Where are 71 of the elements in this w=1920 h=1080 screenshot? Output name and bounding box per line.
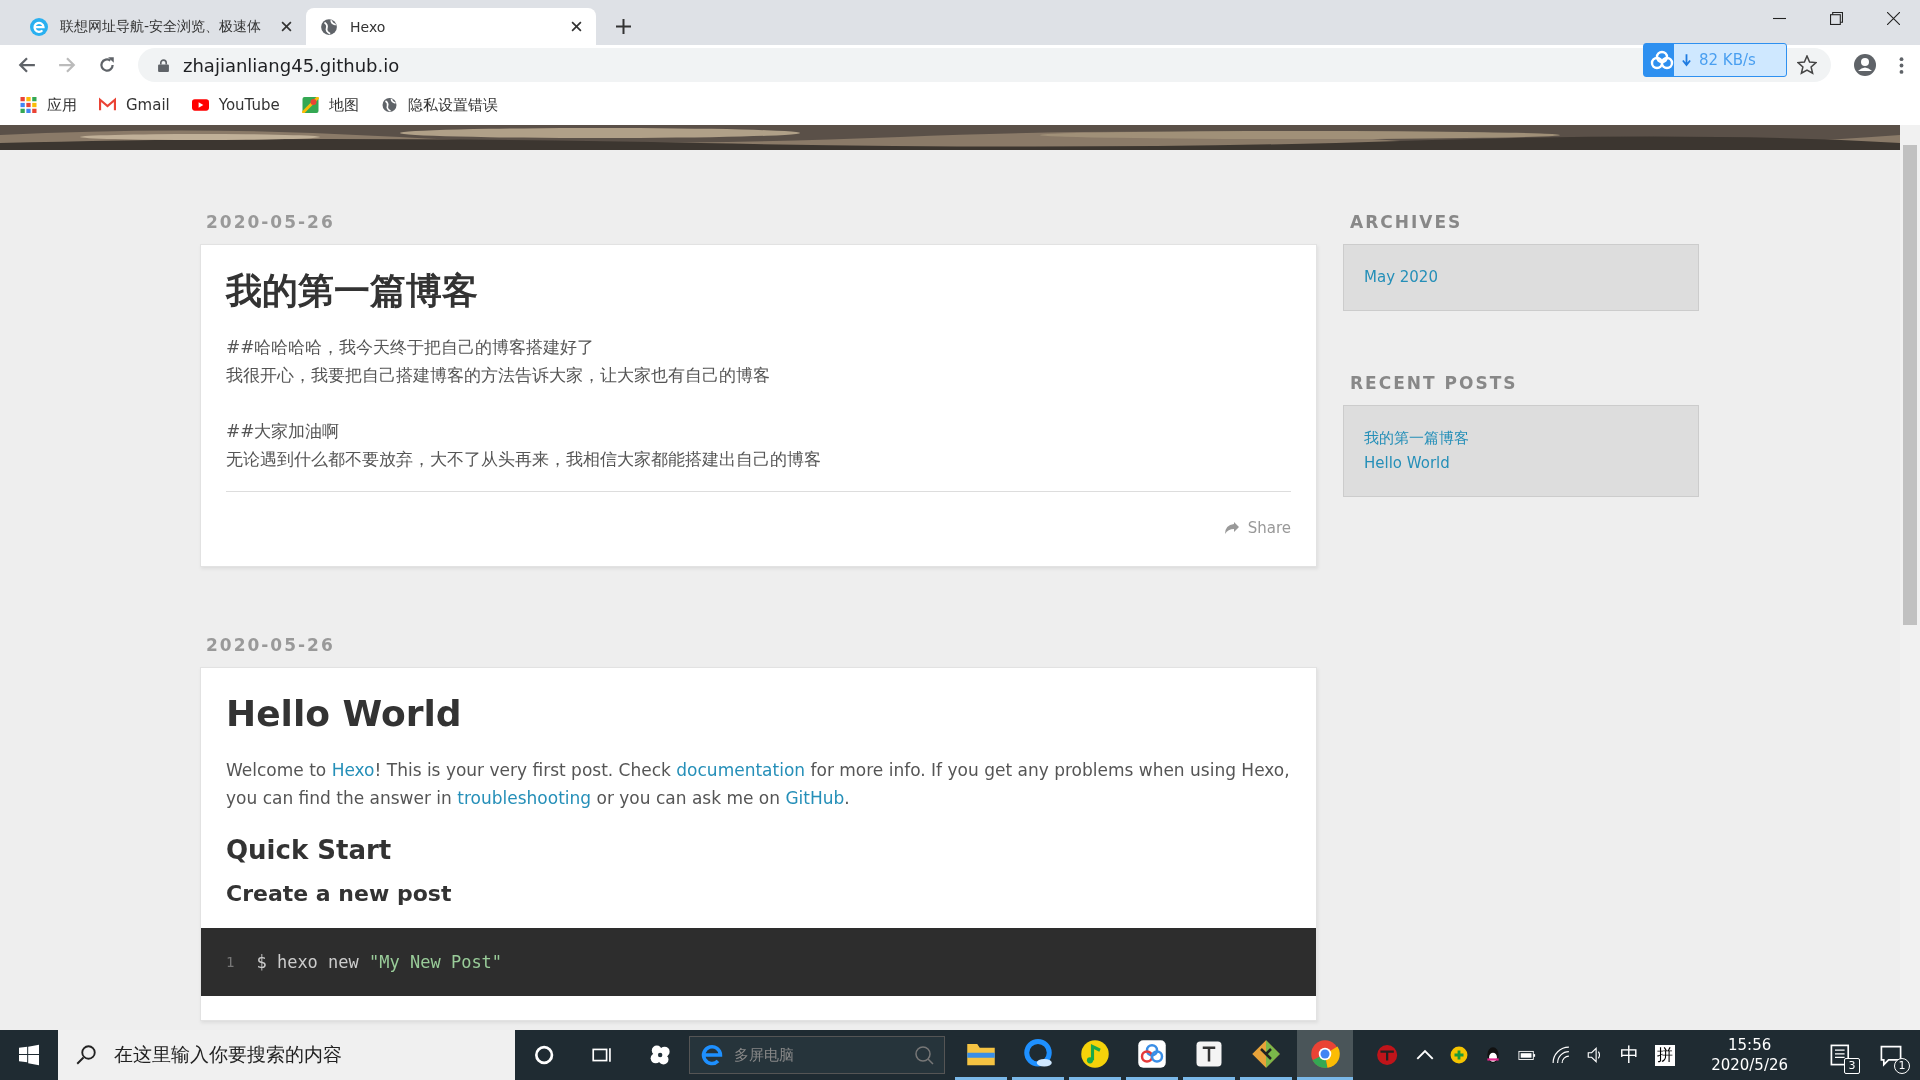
- chrome-icon: [1310, 1038, 1340, 1069]
- back-icon[interactable]: [18, 56, 36, 74]
- notification-badge: 1: [1894, 1058, 1911, 1074]
- apps-grid-icon: [20, 97, 37, 113]
- code-line: $ hexo new "My New Post": [256, 951, 503, 974]
- text-link[interactable]: documentation: [676, 760, 806, 780]
- text-link[interactable]: troubleshooting: [457, 788, 592, 808]
- subsection-heading: Create a new post: [226, 880, 453, 908]
- pinwheel-icon[interactable]: [649, 1043, 672, 1067]
- menu-icon[interactable]: [1899, 56, 1904, 74]
- text-link[interactable]: GitHub: [785, 788, 845, 808]
- reload-icon[interactable]: [98, 56, 116, 74]
- post-title[interactable]: 我的第一篇博客: [226, 269, 1291, 313]
- download-speed: 82 KB/s: [1699, 51, 1756, 69]
- post-text: ##哈哈哈哈，我今天终于把自己的博客搭建好了: [226, 336, 596, 359]
- restore-icon[interactable]: [1830, 12, 1843, 25]
- widget-title: ARCHIVES: [1350, 212, 1464, 232]
- globe-icon: [380, 97, 398, 113]
- input-method-indicator[interactable]: 中: [1620, 1042, 1640, 1068]
- bookmark[interactable]: 应用: [20, 95, 77, 115]
- close-icon[interactable]: [1887, 12, 1900, 25]
- post-text: 我很开心，我要把自己搭建博客的方法告诉大家，让大家也有自己的博客: [226, 364, 771, 387]
- music-note-icon: [1080, 1038, 1111, 1069]
- line-number: 1: [226, 953, 235, 972]
- browser-tab[interactable]: Hexo: [306, 8, 596, 45]
- search-field[interactable]: 在这里输入你要搜索的内容: [58, 1030, 515, 1080]
- e-logo-icon: [30, 17, 48, 36]
- map-pin-icon: [301, 97, 319, 113]
- browser-tab[interactable]: 联想网址导航-安全浏览、极速体: [16, 8, 306, 45]
- search-icon: [76, 1045, 97, 1065]
- post-date: 2020-05-26: [206, 635, 336, 655]
- input-mode-indicator[interactable]: 拼: [1655, 1044, 1676, 1066]
- post-text: ##大家加油啊: [226, 420, 341, 443]
- wifi-icon[interactable]: [1552, 1046, 1571, 1064]
- notification-icon[interactable]: [1879, 1043, 1904, 1067]
- clock[interactable]: 15:56 2020/5/26: [1711, 1035, 1789, 1075]
- bookmark[interactable]: YouTube: [191, 96, 280, 114]
- url-text: zhajianliang45.github.io: [183, 54, 400, 76]
- section-heading: Quick Start: [226, 836, 393, 864]
- bookmark[interactable]: 地图: [301, 95, 359, 115]
- widget-title: RECENT POSTS: [1350, 373, 1519, 393]
- round-app-icon[interactable]: [1375, 1043, 1399, 1067]
- e-logo-icon: [700, 1043, 725, 1067]
- cortana-icon[interactable]: [532, 1043, 555, 1067]
- cloud-app-icon: [1137, 1038, 1168, 1069]
- lock-icon: [158, 58, 169, 72]
- star-icon[interactable]: [1797, 55, 1817, 75]
- post-paragraph: Welcome to Hexo! This is your very first post. Check documentation for more info. If you get any problems when using Hexo, you can find the answer in troubleshooting or you can ask me on GitHub.: [226, 759, 1291, 810]
- diamond-app-icon: [1251, 1038, 1282, 1069]
- plus-circle-icon[interactable]: [1450, 1046, 1469, 1064]
- browser-search-field[interactable]: 多屏电脑: [689, 1036, 946, 1074]
- post-title[interactable]: Hello World: [226, 692, 1291, 736]
- search-icon: [914, 1045, 935, 1065]
- cloud-icon: [1650, 50, 1674, 70]
- text-link[interactable]: Hexo: [331, 760, 375, 780]
- close-icon[interactable]: [281, 21, 292, 32]
- browser-app-icon: [1023, 1038, 1054, 1069]
- share-icon: [1223, 521, 1240, 535]
- bookmark[interactable]: 隐私设置错误: [380, 95, 498, 115]
- bookmark[interactable]: Gmail: [99, 96, 170, 114]
- download-arrow-icon: [1682, 53, 1691, 67]
- count-badge: 3: [1844, 1058, 1861, 1074]
- close-icon[interactable]: [571, 21, 582, 32]
- mail-icon: [99, 97, 116, 113]
- new-tab-icon[interactable]: [616, 19, 631, 34]
- globe-icon: [320, 17, 338, 36]
- account-icon[interactable]: [1853, 53, 1877, 77]
- play-icon: [191, 97, 209, 113]
- windows-start-icon[interactable]: [19, 1044, 40, 1066]
- post-date: 2020-05-26: [206, 212, 336, 232]
- post-text: 无论遇到什么都不要放弃，大不了从头再来，我相信大家都能搭建出自己的博客: [226, 448, 822, 471]
